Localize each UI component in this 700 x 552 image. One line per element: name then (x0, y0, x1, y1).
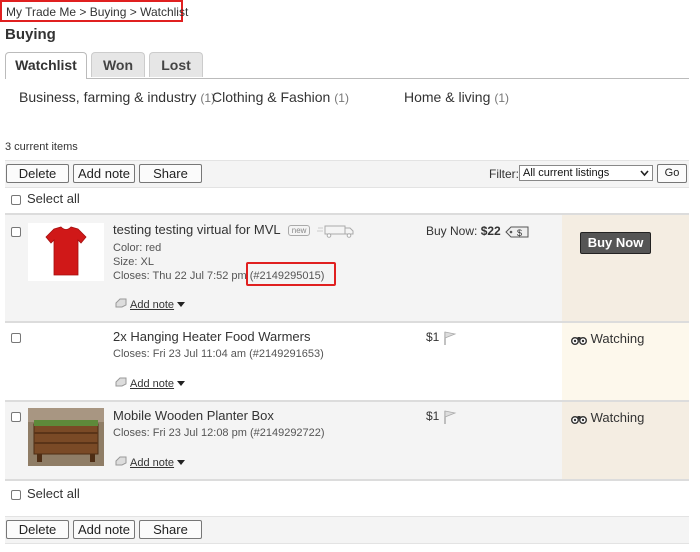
listing-id-highlight (246, 262, 336, 286)
item-title[interactable]: Mobile Wooden Planter Box (113, 408, 274, 423)
select-all-checkbox[interactable] (11, 489, 21, 500)
filter-value: All current listings (523, 167, 610, 179)
list-divider (5, 479, 689, 481)
select-all-label: Select all (27, 486, 80, 501)
item-checkbox[interactable] (11, 412, 21, 422)
delete-button[interactable]: Delete (6, 520, 69, 539)
tab-lost[interactable]: Lost (149, 52, 203, 77)
flag-icon (444, 410, 457, 424)
caret-down-icon (177, 460, 186, 465)
category-count: (1) (494, 91, 510, 105)
price-value: $1 (426, 330, 440, 344)
caret-down-icon (177, 381, 186, 386)
caret-down-icon (177, 302, 186, 307)
item-size: Size: XL (113, 256, 154, 268)
share-button[interactable]: Share (139, 164, 202, 183)
flag-icon (444, 331, 457, 345)
item-title[interactable]: 2x Hanging Heater Food Warmers (113, 329, 311, 344)
watching-label: Watching (590, 410, 645, 425)
item-closes: Closes: Fri 23 Jul 12:08 pm (#2149292722… (113, 427, 325, 439)
page-title: Buying (5, 26, 56, 43)
filter-select[interactable]: All current listings (519, 165, 653, 181)
select-all-checkbox[interactable] (11, 194, 21, 205)
item-checkbox[interactable] (11, 333, 21, 343)
tab-won[interactable]: Won (91, 52, 145, 77)
item-title-text: testing testing virtual for MVL (113, 222, 281, 237)
item-thumbnail-planter[interactable] (28, 408, 104, 466)
toolbar-top: Delete Add note Share Filter: All curren… (5, 160, 689, 188)
toolbar-bottom: Delete Add note Share (5, 516, 689, 544)
action-cell (562, 215, 689, 321)
watching-label: Watching (590, 331, 645, 346)
add-note-label: Add note (130, 378, 175, 390)
tab-bar: Watchlist Won Lost (5, 52, 689, 79)
item-price: $1 (426, 330, 457, 345)
add-note-button[interactable]: Add note (73, 520, 135, 539)
category-business[interactable]: Business, farming & industry (1) (19, 89, 215, 105)
add-note-link[interactable]: Add note (115, 298, 186, 311)
list-item: 2x Hanging Heater Food Warmers Closes: F… (5, 321, 689, 400)
new-badge: new (287, 225, 311, 237)
item-price: $1 (426, 409, 457, 424)
price-value: $1 (426, 409, 440, 423)
select-all-top[interactable]: Select all (11, 191, 80, 206)
binoculars-icon (571, 336, 587, 345)
add-note-button[interactable]: Add note (73, 164, 135, 183)
buy-now-price: $22 (480, 224, 501, 238)
select-all-bottom[interactable]: Select all (11, 486, 80, 501)
svg-text:$: $ (517, 228, 522, 238)
add-note-label: Add note (130, 457, 175, 469)
note-icon (115, 456, 127, 466)
list-item: Mobile Wooden Planter Box Closes: Fri 23… (5, 400, 689, 479)
item-title[interactable]: testing testing virtual for MVL new (113, 222, 355, 238)
share-button[interactable]: Share (139, 520, 202, 539)
tab-watchlist[interactable]: Watchlist (5, 52, 87, 79)
watching-status[interactable]: Watching (571, 331, 644, 346)
buy-now-label: Buy Now: (426, 224, 478, 238)
add-note-link[interactable]: Add note (115, 377, 186, 390)
item-color: Color: red (113, 242, 162, 254)
filter-label: Filter: (489, 167, 519, 181)
category-clothing[interactable]: Clothing & Fashion (1) (212, 89, 349, 105)
item-thumbnail-tshirt[interactable] (28, 223, 104, 281)
select-all-label: Select all (27, 191, 80, 206)
item-closes: Closes: Fri 23 Jul 11:04 am (#2149291653… (113, 348, 324, 360)
current-items-count: 3 current items (5, 141, 78, 153)
watching-status[interactable]: Watching (571, 410, 644, 425)
closes-text: Closes: Thu 22 Jul 7:52 pm (113, 270, 247, 282)
delete-button[interactable]: Delete (6, 164, 69, 183)
chevron-down-icon (640, 170, 649, 177)
price-tag-icon: $ (505, 226, 529, 238)
category-label: Home & living (404, 89, 491, 105)
note-icon (115, 298, 127, 308)
add-note-link[interactable]: Add note (115, 456, 186, 469)
buy-now-button[interactable]: Buy Now (580, 232, 651, 254)
list-item: testing testing virtual for MVL new Colo… (5, 213, 689, 321)
category-home[interactable]: Home & living (1) (404, 89, 509, 105)
add-note-label: Add note (130, 299, 175, 311)
free-shipping-truck-icon (317, 225, 354, 238)
binoculars-icon (571, 415, 587, 424)
category-label: Clothing & Fashion (212, 89, 331, 105)
item-checkbox[interactable] (11, 227, 21, 237)
item-price: Buy Now: $22 $ (426, 224, 530, 239)
go-button[interactable]: Go (657, 164, 687, 183)
category-label: Business, farming & industry (19, 89, 197, 105)
category-count: (1) (334, 91, 349, 105)
note-icon (115, 377, 127, 387)
breadcrumb[interactable]: My Trade Me > Buying > Watchlist (0, 0, 188, 22)
